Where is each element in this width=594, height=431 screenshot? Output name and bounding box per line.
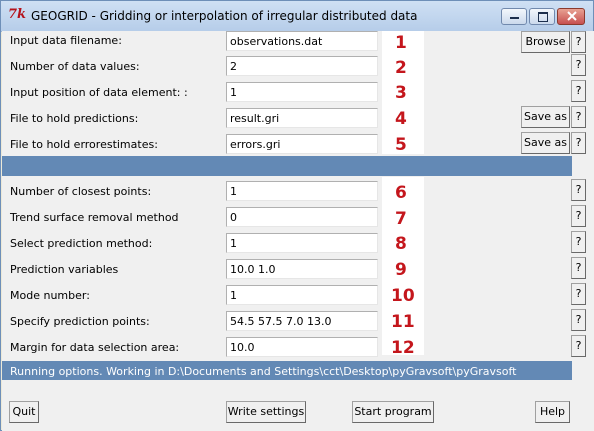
- browse-button[interactable]: Browse: [521, 31, 570, 53]
- row-number-4: 4: [395, 109, 407, 129]
- help-button-10[interactable]: ?: [571, 283, 586, 305]
- title-bar: 7k GEOGRID - Gridding or interpolation o…: [1, 1, 593, 32]
- label-input-filename: Input data filename:: [10, 34, 122, 47]
- number-of-values-field[interactable]: [226, 56, 378, 76]
- prediction-method-field[interactable]: [226, 233, 378, 253]
- start-program-button[interactable]: Start program: [352, 401, 434, 423]
- help-button-8[interactable]: ?: [571, 231, 586, 253]
- maximize-icon: [538, 12, 548, 22]
- tk-logo-icon: 7k: [8, 7, 27, 22]
- label-margin: Margin for data selection area:: [10, 341, 180, 354]
- row-number-3: 3: [395, 83, 407, 103]
- help-button-2[interactable]: ?: [571, 54, 586, 76]
- help-button-6[interactable]: ?: [571, 179, 586, 201]
- help-button[interactable]: Help: [535, 401, 570, 423]
- section-separator: [2, 156, 572, 176]
- label-mode-number: Mode number:: [10, 289, 90, 302]
- closest-points-field[interactable]: [226, 181, 378, 201]
- label-predictions-file: File to hold predictions:: [10, 112, 139, 125]
- quit-button[interactable]: Quit: [9, 401, 39, 423]
- help-button-3[interactable]: ?: [571, 80, 586, 102]
- predictions-file-field[interactable]: [226, 108, 378, 128]
- prediction-variables-field[interactable]: [226, 259, 378, 279]
- row-number-7: 7: [395, 209, 407, 229]
- close-icon: [567, 11, 577, 21]
- row-number-9: 9: [395, 260, 407, 280]
- input-filename-field[interactable]: [226, 31, 378, 51]
- row-number-2: 2: [395, 58, 407, 78]
- row-number-11: 11: [391, 312, 415, 332]
- row-number-1: 1: [395, 33, 407, 53]
- save-as-errors-button[interactable]: Save as: [521, 132, 570, 154]
- window-title: GEOGRID - Gridding or interpolation of i…: [31, 9, 418, 23]
- application-window: 7k GEOGRID - Gridding or interpolation o…: [0, 0, 594, 431]
- status-text: Running options. Working in D:\Documents…: [10, 365, 517, 378]
- label-trend-removal: Trend surface removal method: [10, 211, 179, 224]
- row-number-12: 12: [391, 338, 415, 358]
- label-input-position: Input position of data element: :: [10, 86, 188, 99]
- minimize-icon: [510, 17, 519, 19]
- write-settings-button[interactable]: Write settings: [226, 401, 306, 423]
- form-area: Input data filename: 1 Browse ? Number o…: [2, 31, 594, 431]
- help-button-9[interactable]: ?: [571, 257, 586, 279]
- label-prediction-method: Select prediction method:: [10, 237, 153, 250]
- errors-file-field[interactable]: [226, 134, 378, 154]
- margin-field[interactable]: [226, 337, 378, 357]
- save-as-predictions-button[interactable]: Save as: [521, 106, 570, 128]
- label-errors-file: File to hold errorestimates:: [10, 138, 158, 151]
- help-button-12[interactable]: ?: [571, 335, 586, 357]
- label-prediction-variables: Prediction variables: [10, 263, 119, 276]
- prediction-points-field[interactable]: [226, 311, 378, 331]
- label-closest-points: Number of closest points:: [10, 185, 152, 198]
- row-number-10: 10: [391, 286, 415, 306]
- row-number-8: 8: [395, 234, 407, 254]
- help-button-4[interactable]: ?: [571, 106, 586, 128]
- help-button-11[interactable]: ?: [571, 309, 586, 331]
- label-number-of-values: Number of data values:: [10, 60, 140, 73]
- help-button-1[interactable]: ?: [571, 31, 586, 53]
- help-button-7[interactable]: ?: [571, 205, 586, 227]
- label-prediction-points: Specify prediction points:: [10, 315, 150, 328]
- row-number-6: 6: [395, 183, 407, 203]
- mode-number-field[interactable]: [226, 285, 378, 305]
- minimize-button[interactable]: [501, 8, 527, 25]
- close-button[interactable]: [557, 8, 585, 25]
- input-position-field[interactable]: [226, 82, 378, 102]
- row-number-5: 5: [395, 135, 407, 155]
- trend-removal-field[interactable]: [226, 207, 378, 227]
- help-button-5[interactable]: ?: [571, 132, 586, 154]
- maximize-button[interactable]: [529, 8, 555, 25]
